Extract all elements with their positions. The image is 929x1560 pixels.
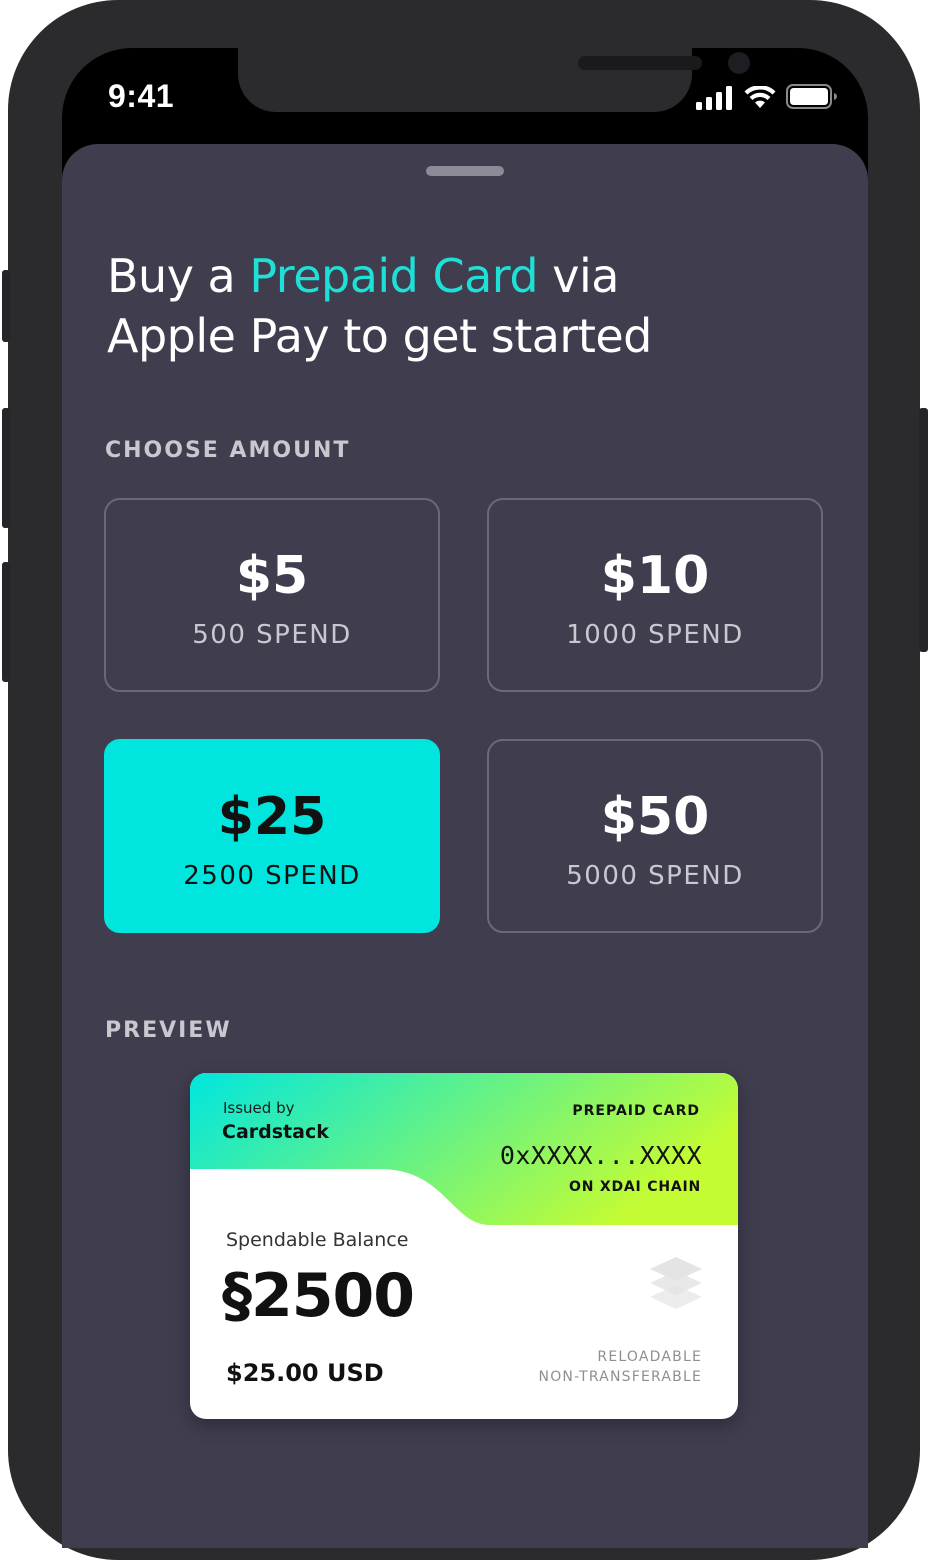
- bottom-sheet: Buy a Prepaid Card via Apple Pay to get …: [62, 144, 868, 1548]
- non-transferable-label: NON-TRANSFERABLE: [538, 1369, 702, 1385]
- chain-label: ON XDAI CHAIN: [569, 1179, 701, 1195]
- power-button: [919, 408, 928, 652]
- title-part-2: via: [538, 249, 619, 303]
- amount-spend: 500 SPEND: [192, 620, 352, 650]
- balance-label: Spendable Balance: [226, 1229, 409, 1251]
- amount-price: $10: [600, 546, 710, 606]
- status-time: 9:41: [108, 78, 175, 114]
- issuer-name: Cardstack: [222, 1121, 329, 1143]
- speaker-grille: [578, 56, 702, 70]
- sheet-grabber[interactable]: [426, 166, 504, 176]
- front-camera: [728, 52, 750, 74]
- card-type-label: PREPAID CARD: [572, 1103, 700, 1119]
- notch: [238, 48, 750, 112]
- amount-spend: 5000 SPEND: [566, 861, 744, 891]
- volume-up-button: [2, 408, 10, 528]
- title-accent: Prepaid Card: [249, 249, 539, 303]
- amount-option-25[interactable]: $25 2500 SPEND: [104, 739, 440, 933]
- amount-option-5[interactable]: $5 500 SPEND: [104, 498, 440, 692]
- amount-price: $5: [235, 546, 309, 606]
- amount-spend: 1000 SPEND: [566, 620, 744, 650]
- card-address: 0xXXXX...XXXX: [499, 1141, 702, 1170]
- amount-option-10[interactable]: $10 1000 SPEND: [487, 498, 823, 692]
- amount-price: $25: [217, 787, 327, 847]
- title-line-2: Apple Pay to get started: [107, 309, 652, 363]
- cellular-signal-icon: [696, 86, 732, 110]
- silent-switch: [2, 270, 10, 342]
- page-title: Buy a Prepaid Card via Apple Pay to get …: [107, 246, 807, 366]
- status-icons: [696, 84, 838, 110]
- wifi-icon: [744, 86, 776, 108]
- reloadable-label: RELOADABLE: [597, 1349, 702, 1365]
- choose-amount-label: CHOOSE AMOUNT: [105, 438, 351, 463]
- issued-by-label: Issued by: [223, 1099, 295, 1117]
- cardstack-logo-icon: [650, 1257, 702, 1309]
- amount-option-50[interactable]: $50 5000 SPEND: [487, 739, 823, 933]
- amount-price: $50: [600, 787, 710, 847]
- preview-label: PREVIEW: [105, 1018, 232, 1043]
- phone-screen: 9:41 Buy a Prepaid Card via Apple Pay to…: [62, 48, 868, 1548]
- title-part-1: Buy a: [107, 249, 250, 303]
- prepaid-card-preview: Issued by Cardstack PREPAID CARD 0xXXXX.…: [190, 1073, 738, 1419]
- balance-value: §2500: [222, 1261, 415, 1331]
- battery-icon: [786, 84, 837, 109]
- usd-value: $25.00 USD: [226, 1359, 384, 1387]
- volume-down-button: [2, 562, 10, 682]
- amount-spend: 2500 SPEND: [183, 861, 361, 891]
